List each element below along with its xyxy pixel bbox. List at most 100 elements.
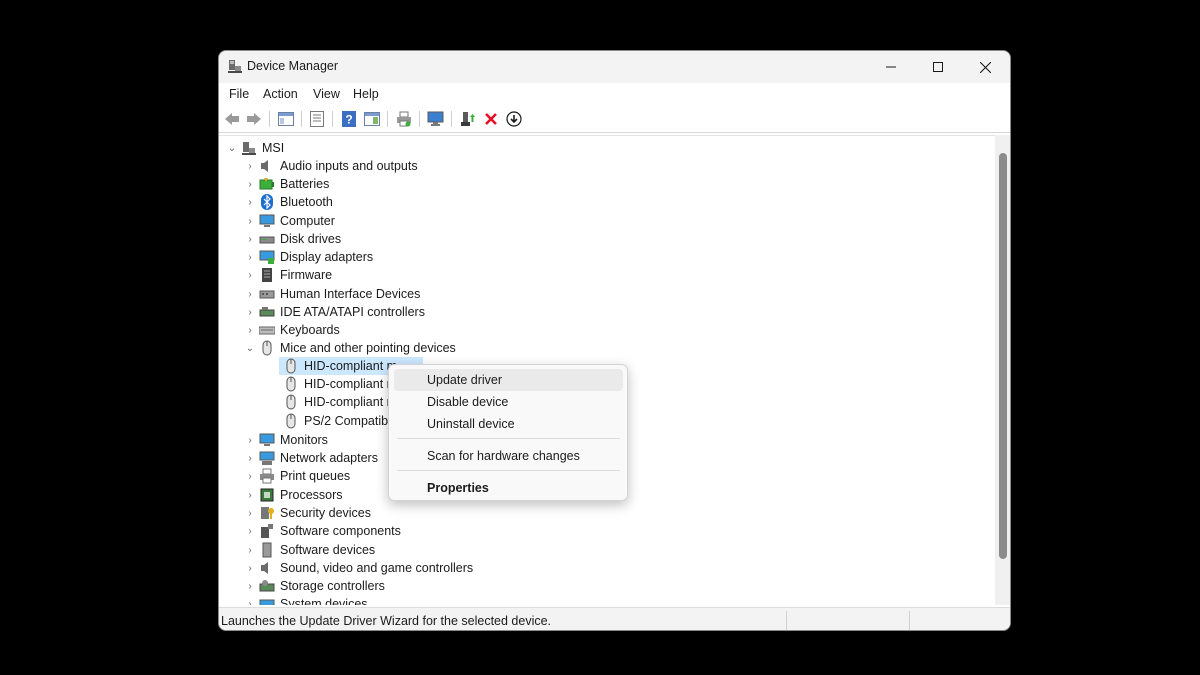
chevron-right-icon[interactable]: › [245,577,255,595]
tree-category-software-components[interactable]: › Software components [245,522,401,540]
monitor-icon [259,433,275,446]
tree-root-label: MSI [262,141,285,155]
tree-category-human-interface-devices[interactable]: › Human Interface Devices [245,285,420,303]
tree-item-hid-mouse-2[interactable]: HID-compliant m [279,375,397,393]
tree-category-processors[interactable]: › Processors [245,486,342,504]
menu-bar: File Action View Help [219,83,1010,105]
ctx-properties[interactable]: Properties [394,477,623,499]
ctx-scan-hardware[interactable]: Scan for hardware changes [394,445,623,467]
chevron-right-icon[interactable]: › [245,559,255,577]
window-title: Device Manager [247,59,339,73]
ctx-uninstall-device[interactable]: Uninstall device [394,413,623,435]
disable-device-button[interactable] [505,110,523,128]
tree-category-label: Print queues [280,469,351,483]
vertical-scrollbar[interactable] [995,135,1010,605]
chevron-down-icon[interactable]: ⌄ [227,139,237,157]
chevron-right-icon[interactable]: › [245,467,255,485]
chevron-right-icon[interactable]: › [245,266,255,284]
chevron-right-icon[interactable]: › [245,522,255,540]
chevron-right-icon[interactable]: › [245,486,255,504]
chevron-right-icon[interactable]: › [245,193,255,211]
update-driver-button[interactable] [459,110,477,128]
scan-hardware-button[interactable] [427,110,445,128]
tree-category-disk-drives[interactable]: › Disk drives [245,230,341,248]
tree-category-ide-ata-atapi-controllers[interactable]: › IDE ATA/ATAPI controllers [245,303,425,321]
uninstall-x-icon [485,113,497,125]
tree-item-hid-mouse-3[interactable]: HID-compliant m [279,393,397,411]
scrollbar-thumb[interactable] [999,153,1007,559]
forward-button[interactable] [245,110,263,128]
tree-item-ps2-mouse[interactable]: PS/2 Compatible [279,412,398,430]
firmware-icon [262,268,272,282]
tree-category-label: Firmware [280,268,333,282]
help-button[interactable]: ? [340,110,358,128]
chevron-right-icon[interactable]: › [245,230,255,248]
print-button[interactable] [395,110,413,128]
tree-category-label: Software devices [280,543,376,557]
tree-category-computer[interactable]: › Computer [245,212,335,230]
keyboard-icon [259,326,275,335]
tree-category-label: Audio inputs and outputs [280,159,418,173]
tree-category-network-adapters[interactable]: › Network adapters [245,449,378,467]
storage-icon [259,580,275,592]
maximize-button[interactable] [915,51,961,83]
action-pane-button[interactable] [363,110,381,128]
chevron-right-icon[interactable]: › [245,504,255,522]
menu-separator [397,470,620,471]
tree-category-storage-controllers[interactable]: › Storage controllers [245,577,385,595]
uninstall-button[interactable] [482,110,500,128]
ctx-disable-device[interactable]: Disable device [394,391,623,413]
tree-category-print-queues[interactable]: › Print queues [245,467,350,485]
battery-icon [259,178,274,190]
chevron-right-icon[interactable]: › [245,431,255,449]
tree-category-system-devices[interactable]: › System devices [245,595,368,605]
tree-category-label: Computer [280,214,335,228]
menu-file[interactable]: File [229,87,249,101]
tree-root[interactable]: ⌄ MSI [227,139,284,157]
tree-category-audio-inputs-and-outputs[interactable]: › Audio inputs and outputs [245,157,418,175]
chevron-right-icon[interactable]: › [245,595,255,606]
tree-item-label: HID-compliant m [304,395,398,409]
tree-category-label: Monitors [280,433,328,447]
chevron-down-icon[interactable]: ⌄ [245,339,255,357]
minimize-button[interactable] [868,51,914,83]
tree-category-security-devices[interactable]: › Security devices [245,504,371,522]
processor-icon [260,488,274,502]
tree-category-keyboards[interactable]: › Keyboards [245,321,339,339]
chevron-right-icon[interactable]: › [245,175,255,193]
ctx-update-driver[interactable]: Update driver [394,369,623,391]
properties-icon [310,111,324,127]
menu-help[interactable]: Help [353,87,379,101]
tree-category-label: Batteries [280,177,330,191]
tree-category-firmware[interactable]: › Firmware [245,266,332,284]
tree-category-mice-and-other-pointing-devices[interactable]: ⌄ Mice and other pointing devices [245,339,456,357]
context-menu: Update driver Disable device Uninstall d… [388,364,628,501]
menu-view[interactable]: View [313,87,340,101]
computer-root-icon [242,142,256,155]
chevron-right-icon[interactable]: › [245,303,255,321]
tree-category-monitors[interactable]: › Monitors [245,431,328,449]
back-button[interactable] [223,110,241,128]
tree-category-display-adapters[interactable]: › Display adapters [245,248,373,266]
menu-action[interactable]: Action [263,87,298,101]
tree-category-bluetooth[interactable]: › Bluetooth [245,193,333,211]
tree-category-sound-video-and-game-controllers[interactable]: › Sound, video and game controllers [245,559,473,577]
chevron-right-icon[interactable]: › [245,285,255,303]
chevron-right-icon[interactable]: › [245,157,255,175]
mouse-icon [286,394,296,410]
tree-category-label: Disk drives [280,232,342,246]
properties-button[interactable] [308,110,326,128]
chevron-right-icon[interactable]: › [245,248,255,266]
tree-category-label: Sound, video and game controllers [280,561,474,575]
chevron-right-icon[interactable]: › [245,212,255,230]
title-bar[interactable]: Device Manager [219,51,1010,83]
close-button[interactable] [962,51,1008,83]
tree-category-label: Display adapters [280,250,374,264]
chevron-right-icon[interactable]: › [245,541,255,559]
tree-category-software-devices[interactable]: › Software devices [245,541,375,559]
show-hide-tree-button[interactable] [277,110,295,128]
chevron-right-icon[interactable]: › [245,321,255,339]
chevron-right-icon[interactable]: › [245,449,255,467]
tree-category-batteries[interactable]: › Batteries [245,175,329,193]
printer-icon [260,468,274,484]
